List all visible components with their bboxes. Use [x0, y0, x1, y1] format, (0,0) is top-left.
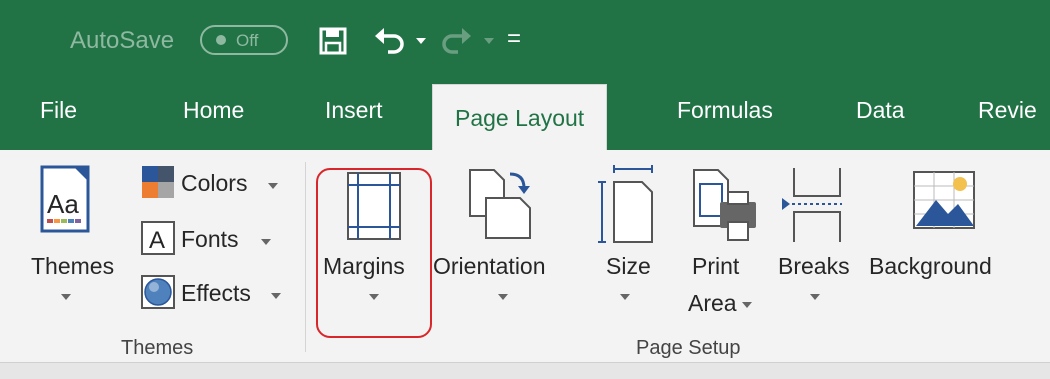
toggle-knob [216, 35, 226, 45]
colors-dropdown-caret[interactable] [268, 183, 278, 189]
themes-dropdown-caret[interactable] [61, 294, 71, 300]
svg-text:Aa: Aa [47, 189, 79, 219]
tab-home[interactable]: Home [183, 97, 244, 124]
themes-group-label: Themes [121, 337, 194, 359]
effects-label[interactable]: Effects [181, 280, 251, 307]
breaks-icon[interactable] [778, 166, 844, 246]
breaks-label[interactable]: Breaks [778, 253, 850, 280]
fonts-icon[interactable]: A [140, 220, 176, 256]
margins-highlight-box [316, 168, 432, 338]
background-label[interactable]: Background [869, 253, 992, 280]
effects-dropdown-caret[interactable] [271, 293, 281, 299]
group-separator [305, 162, 306, 352]
background-icon[interactable] [912, 170, 976, 230]
title-bar: AutoSave Off = [0, 0, 1050, 80]
print-area-label-line1[interactable]: Print [692, 253, 739, 280]
tab-file[interactable]: File [40, 97, 77, 124]
fonts-label[interactable]: Fonts [181, 226, 239, 253]
breaks-dropdown-caret[interactable] [810, 294, 820, 300]
colors-icon[interactable] [140, 164, 176, 200]
print-area-dropdown-caret[interactable] [742, 302, 752, 308]
themes-button-label[interactable]: Themes [31, 253, 114, 280]
orientation-icon[interactable] [466, 166, 536, 242]
tab-data[interactable]: Data [856, 97, 905, 124]
svg-text:A: A [149, 227, 165, 254]
effects-icon[interactable] [140, 274, 176, 310]
size-dropdown-caret[interactable] [620, 294, 630, 300]
fonts-dropdown-caret[interactable] [261, 239, 271, 245]
autosave-toggle[interactable]: Off [200, 25, 288, 55]
orientation-label[interactable]: Orientation [433, 253, 546, 280]
print-area-label-line2[interactable]: Area [688, 290, 737, 317]
tab-formulas[interactable]: Formulas [677, 97, 773, 124]
formula-bar-edge [0, 362, 1050, 379]
orientation-dropdown-caret[interactable] [498, 294, 508, 300]
undo-dropdown-caret[interactable] [416, 38, 426, 44]
colors-label[interactable]: Colors [181, 170, 247, 197]
themes-icon[interactable]: Aa [38, 163, 94, 235]
print-area-icon[interactable] [690, 166, 760, 246]
tab-insert[interactable]: Insert [325, 97, 383, 124]
autosave-label: AutoSave [70, 27, 175, 54]
customize-qat-icon[interactable]: = [507, 25, 521, 53]
redo-icon[interactable] [440, 24, 474, 56]
autosave-state: Off [236, 31, 259, 50]
undo-icon[interactable] [372, 24, 406, 56]
redo-dropdown-caret[interactable] [484, 38, 494, 44]
size-icon[interactable] [596, 164, 656, 246]
page-setup-group-label: Page Setup [636, 337, 741, 359]
save-icon[interactable] [318, 26, 348, 56]
size-label[interactable]: Size [606, 253, 651, 280]
tab-review[interactable]: Revie [978, 97, 1037, 124]
tab-page-layout[interactable]: Page Layout [432, 84, 608, 150]
